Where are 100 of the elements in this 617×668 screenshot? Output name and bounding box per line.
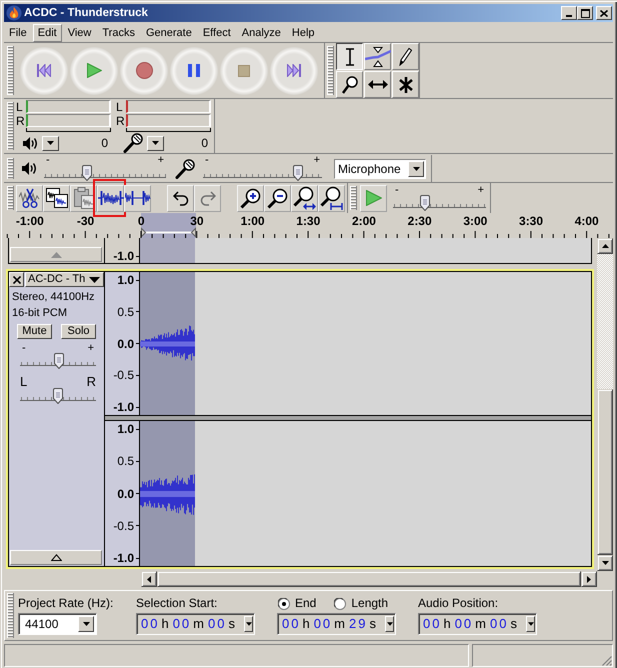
multi-tool-button[interactable]: [392, 71, 419, 98]
slider-thumb[interactable]: [420, 194, 430, 210]
silence-button[interactable]: [124, 184, 151, 212]
toolbar-grip[interactable]: [7, 102, 14, 150]
close-icon: [12, 276, 20, 284]
track-info-text: 16-bit PCM: [11, 307, 68, 320]
menu-item[interactable]: View: [62, 24, 96, 42]
zoom-in-button[interactable]: [237, 184, 264, 212]
double-arrow-icon: [368, 80, 388, 89]
dropdown-button[interactable]: [78, 616, 94, 632]
scale-label: 0.5: [117, 454, 134, 468]
time-label: 1:30: [296, 214, 320, 228]
project-rate-dropdown[interactable]: 44100: [18, 613, 97, 635]
slider-max-label: +: [478, 186, 484, 194]
selection-tool-button[interactable]: [336, 43, 363, 70]
zoom-out-button[interactable]: [264, 184, 291, 212]
slider-thumb[interactable]: [293, 165, 304, 181]
menu-item[interactable]: Analyze: [236, 24, 286, 42]
caret-icon: [386, 622, 392, 626]
scroll-up-button[interactable]: [597, 238, 613, 254]
scroll-right-button[interactable]: [581, 571, 597, 587]
toolbar-grip[interactable]: [7, 186, 14, 210]
track-name-menu[interactable]: AC-DC - Th: [25, 272, 104, 287]
menu-item[interactable]: Effect: [198, 24, 236, 42]
radio-option[interactable]: End: [278, 597, 316, 610]
magnifier-span-icon: [320, 186, 343, 210]
slider-min-label: -: [395, 186, 399, 194]
collapse-button[interactable]: [10, 550, 102, 565]
slider-max-label: +: [314, 156, 320, 165]
record-icon: [136, 62, 152, 79]
skip-back-icon: [37, 64, 51, 77]
slider-thumb[interactable]: [53, 388, 63, 404]
dropdown-button[interactable]: [244, 616, 253, 632]
menu-item[interactable]: Tracks: [97, 24, 140, 42]
menu-item[interactable]: Edit: [32, 24, 62, 42]
slider-thumb[interactable]: [82, 165, 92, 181]
field-label: Selection Start:: [136, 597, 218, 610]
clipboard-icon: [72, 187, 94, 209]
undo-button[interactable]: [167, 184, 194, 212]
slider-thumb[interactable]: [54, 353, 64, 369]
time-field[interactable]: 00 h 00 m 29 s: [277, 613, 396, 635]
zoom-tool-button[interactable]: [336, 71, 363, 98]
triangle-up-icon: [50, 252, 62, 258]
timeline-ruler[interactable]: -1:00 -30 0 30 1:00 1:30 2:00 2:30 3:00 3:30 4:00: [4, 213, 613, 238]
cut-button[interactable]: [16, 184, 43, 212]
trim-button[interactable]: [97, 184, 124, 212]
meter-menu-button[interactable]: [42, 136, 59, 150]
channel-label: R: [15, 114, 26, 126]
time-field[interactable]: 00 h 00 m 00 s: [418, 613, 537, 635]
pencil-icon: [399, 47, 412, 66]
menu-item[interactable]: Generate: [140, 24, 197, 42]
collapse-button[interactable]: [10, 247, 102, 262]
magnifier-arrows-icon: [293, 186, 316, 210]
field-label: Audio Position:: [418, 597, 498, 610]
toolbar-grip[interactable]: [7, 593, 14, 638]
skip-to-end-button[interactable]: [270, 46, 318, 94]
toolbar-grip[interactable]: [327, 46, 334, 95]
skip-to-start-button[interactable]: [20, 46, 68, 94]
channel-label: L: [115, 100, 124, 112]
minimize-button[interactable]: [561, 6, 577, 20]
menu-item[interactable]: File: [4, 24, 32, 42]
dropdown-button[interactable]: [408, 160, 424, 176]
magnifier-icon: [342, 76, 358, 94]
close-button[interactable]: [596, 6, 612, 20]
draw-tool-button[interactable]: [392, 43, 419, 70]
scrollbar-thumb[interactable]: [597, 389, 613, 555]
time-label: 3:00: [463, 214, 488, 228]
solo-button[interactable]: Solo: [61, 324, 96, 339]
vertical-scrollbar[interactable]: [597, 238, 613, 571]
radio-option[interactable]: Length: [334, 597, 388, 610]
time-shift-tool-button[interactable]: [364, 71, 391, 98]
copy-button[interactable]: [43, 184, 70, 212]
scroll-down-button[interactable]: [597, 555, 613, 571]
maximize-icon: [580, 8, 590, 18]
right-triangle-icon: [587, 576, 591, 582]
caret-icon: [47, 141, 54, 145]
record-button[interactable]: [120, 46, 168, 94]
toolbar-grip[interactable]: [350, 186, 357, 210]
scissors-icon: [18, 188, 40, 208]
play-at-speed-button[interactable]: [360, 184, 387, 212]
scroll-left-button[interactable]: [141, 571, 157, 587]
dropdown-button[interactable]: [385, 616, 394, 632]
caret-icon: [528, 622, 534, 626]
maximize-button[interactable]: [577, 6, 593, 20]
slider-min-label: L: [20, 375, 28, 388]
fit-project-button[interactable]: [318, 184, 345, 212]
envelope-tool-button[interactable]: [364, 43, 391, 70]
menu-item[interactable]: Help: [286, 24, 320, 42]
waveform-area[interactable]: [140, 421, 591, 566]
speaker-icon: [23, 136, 38, 150]
scale-label: 1.0: [117, 422, 134, 436]
fit-selection-button[interactable]: [291, 184, 318, 212]
mute-button[interactable]: Mute: [17, 324, 52, 339]
time-field[interactable]: 00 h 00 m 00 s: [136, 613, 255, 635]
toolbar-grip[interactable]: [7, 158, 14, 179]
dropdown-button[interactable]: [526, 616, 535, 632]
input-source-dropdown[interactable]: Microphone: [334, 158, 426, 178]
pause-button[interactable]: [170, 46, 218, 94]
meter-menu-button[interactable]: [147, 136, 164, 150]
toolbar-grip[interactable]: [7, 46, 14, 95]
